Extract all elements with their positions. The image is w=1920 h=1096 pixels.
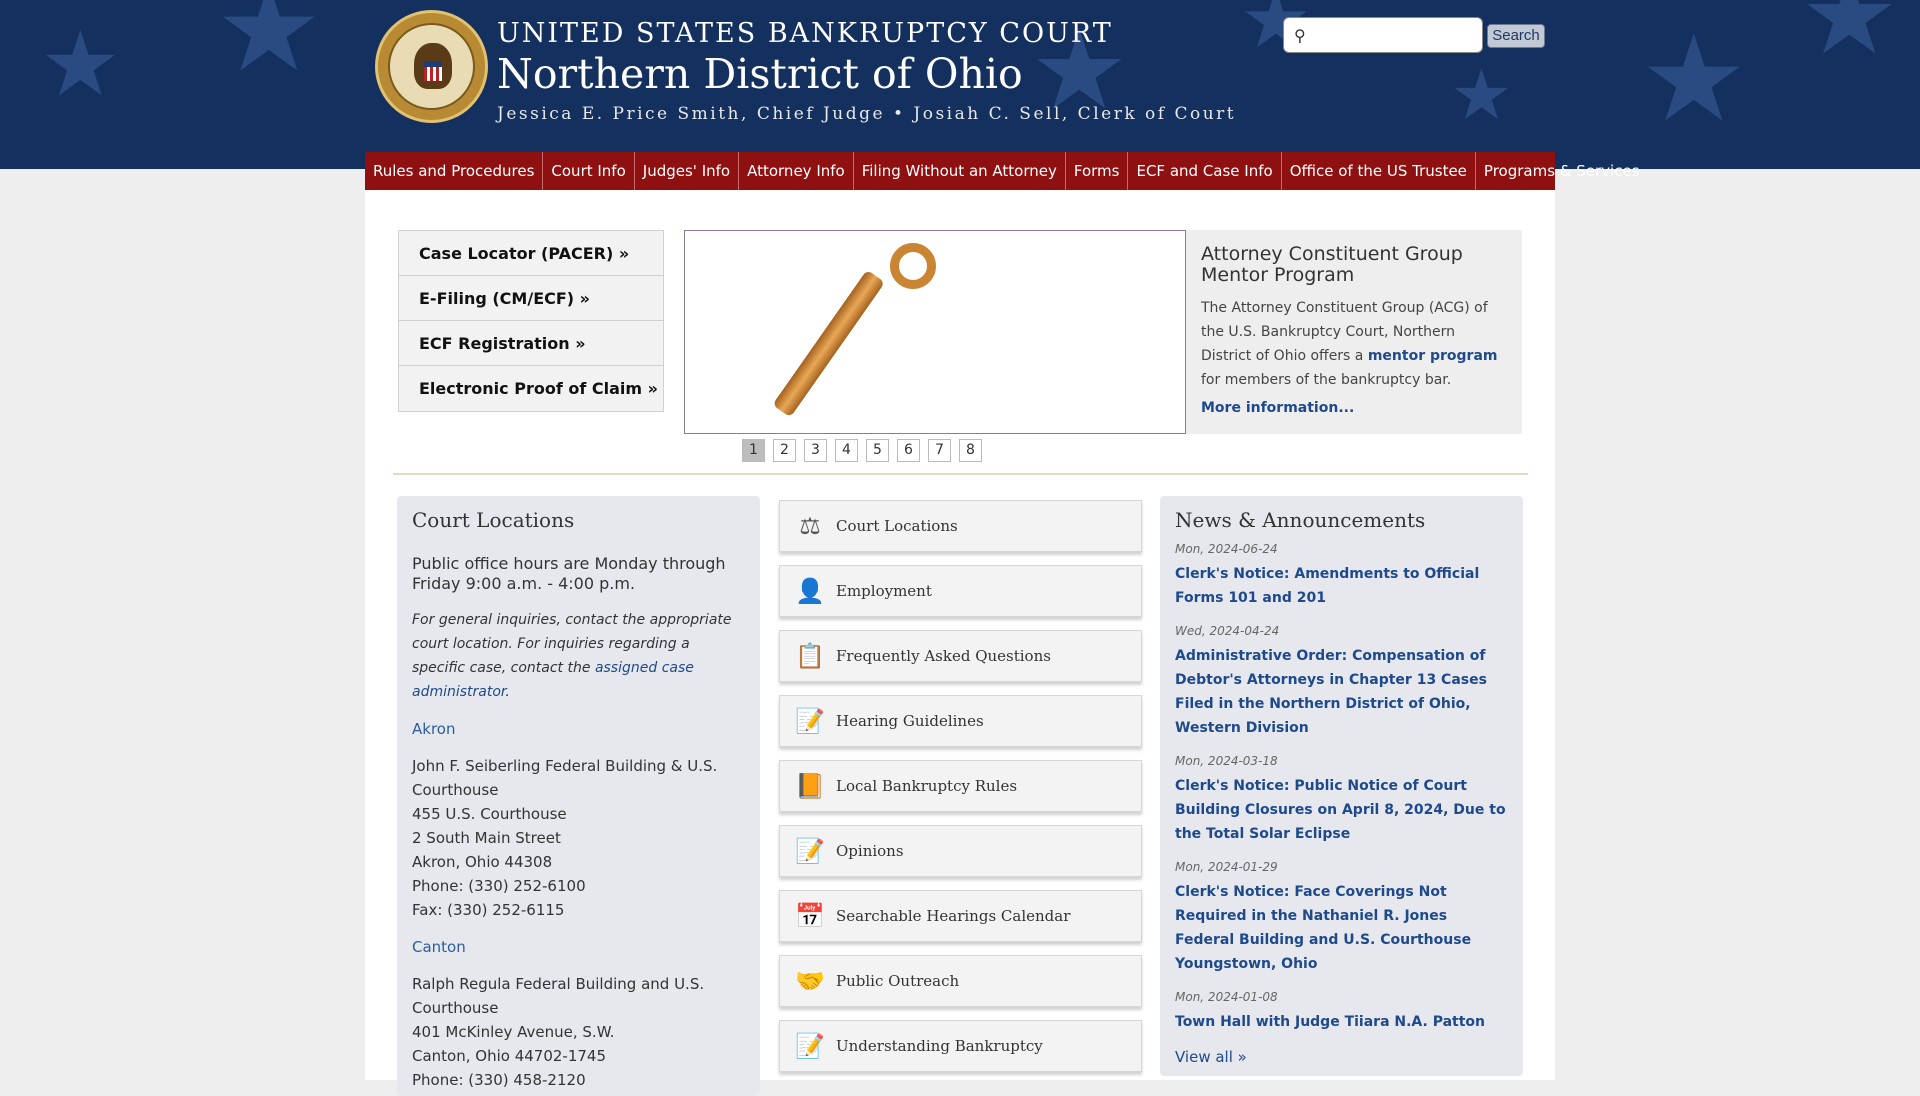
service-opinions[interactable]: 📝 Opinions [779, 825, 1142, 877]
district-title[interactable]: Northern District of Ohio [497, 50, 1023, 98]
nav-filing-without-attorney[interactable]: Filing Without an Attorney [854, 152, 1066, 190]
news-date: Mon, 2024-01-29 [1175, 860, 1278, 874]
nav-court-info[interactable]: Court Info [543, 152, 635, 190]
key-icon [890, 243, 936, 289]
court-locations-panel: Court Locations Public office hours are … [397, 496, 760, 1096]
slide-body: The Attorney Constituent Group (ACG) of … [1201, 300, 1498, 388]
search-icon: ⚲ [1294, 26, 1306, 45]
service-court-locations[interactable]: ⚖ Court Locations [779, 500, 1142, 552]
news-panel: News & Announcements Mon, 2024-06-24 Cle… [1160, 496, 1523, 1076]
more-information-link[interactable]: More information... [1201, 400, 1507, 416]
quick-link-ecf-registration[interactable]: ECF Registration » [399, 321, 663, 366]
services-list: ⚖ Court Locations 👤 Employment 📋 Frequen… [779, 500, 1142, 1085]
news-date: Mon, 2024-03-18 [1175, 754, 1278, 768]
slideshow-caption: Attorney Constituent Group Mentor Progra… [1186, 230, 1522, 434]
quick-links: Case Locator (PACER) » E-Filing (CM/ECF)… [398, 230, 664, 412]
location-address-akron: John F. Seiberling Federal Building & U.… [412, 757, 718, 919]
news-link[interactable]: Clerk's Notice: Face Coverings Not Requi… [1175, 880, 1508, 976]
slideshow-image[interactable] [684, 230, 1186, 434]
calendar-icon: 📅 [795, 902, 825, 930]
nav-attorney-info[interactable]: Attorney Info [739, 152, 854, 190]
search-input[interactable]: ⚲ [1283, 17, 1483, 53]
location-city-canton[interactable]: Canton [412, 938, 745, 956]
star-decoration-icon: ★ [1450, 54, 1513, 136]
service-public-outreach[interactable]: 🤝 Public Outreach [779, 955, 1142, 1007]
star-decoration-icon: ★ [1640, 10, 1748, 149]
news-link[interactable]: Clerk's Notice: Public Notice of Court B… [1175, 774, 1508, 846]
news-link[interactable]: Clerk's Notice: Amendments to Official F… [1175, 562, 1508, 610]
court-seal-icon[interactable] [375, 10, 488, 123]
quick-link-efiling[interactable]: E-Filing (CM/ECF) » [399, 276, 663, 321]
search-button[interactable]: Search [1487, 24, 1545, 48]
news-date: Mon, 2024-01-08 [1175, 990, 1278, 1004]
nav-programs-services[interactable]: Programs & Services [1476, 152, 1648, 190]
pager-page[interactable]: 5 [866, 439, 889, 462]
nav-ecf-and-case-info[interactable]: ECF and Case Info [1128, 152, 1282, 190]
pager-page[interactable]: 2 [773, 439, 796, 462]
star-decoration-icon: ★ [40, 12, 121, 117]
pager-page[interactable]: 7 [928, 439, 951, 462]
service-employment[interactable]: 👤 Employment [779, 565, 1142, 617]
location-city-akron[interactable]: Akron [412, 720, 745, 738]
handshake-icon: 🤝 [795, 967, 825, 995]
quick-link-proof-of-claim[interactable]: Electronic Proof of Claim » [399, 366, 663, 411]
pager-page[interactable]: 3 [804, 439, 827, 462]
pager-page[interactable]: 8 [959, 439, 982, 462]
news-title: News & Announcements [1175, 508, 1426, 532]
pager-page[interactable]: 6 [897, 439, 920, 462]
service-hearings-calendar[interactable]: 📅 Searchable Hearings Calendar [779, 890, 1142, 942]
slideshow-pager: 1 2 3 4 5 6 7 8 [742, 439, 982, 462]
site-header: ★ ★ ★ ★ ★ ★ ★ UNITED STATES BANKRUPTCY C… [0, 0, 1920, 169]
nav-forms[interactable]: Forms [1066, 152, 1129, 190]
news-date: Wed, 2024-04-24 [1175, 624, 1280, 638]
star-decoration-icon: ★ [1800, 0, 1899, 79]
book-icon: 📙 [795, 772, 825, 800]
document-edit-icon: 📝 [795, 707, 825, 735]
document-edit-icon: 📝 [795, 837, 825, 865]
court-name: UNITED STATES BANKRUPTCY COURT [497, 18, 1113, 49]
location-address-canton: Ralph Regula Federal Building and U.S. C… [412, 975, 705, 1089]
inquiries-text: For general inquiries, contact the appro… [412, 612, 732, 700]
court-locations-title: Court Locations [412, 508, 575, 532]
person-icon: 👤 [795, 577, 825, 605]
clipboard-icon: 📋 [795, 642, 825, 670]
view-all-news-link[interactable]: View all » [1175, 1048, 1508, 1066]
service-local-rules[interactable]: 📙 Local Bankruptcy Rules [779, 760, 1142, 812]
quick-link-pacer[interactable]: Case Locator (PACER) » [399, 231, 663, 276]
office-hours: Public office hours are Monday through F… [412, 554, 726, 593]
nav-judges-info[interactable]: Judges' Info [635, 152, 740, 190]
mentor-program-link[interactable]: mentor program [1368, 348, 1498, 364]
main-content: Case Locator (PACER) » E-Filing (CM/ECF)… [365, 190, 1555, 1096]
scales-icon: ⚖ [799, 512, 821, 540]
slide-title: Attorney Constituent Group Mentor Progra… [1201, 243, 1463, 286]
news-date: Mon, 2024-06-24 [1175, 542, 1278, 556]
main-nav: Rules and Procedures Court Info Judges' … [365, 152, 1640, 190]
news-link[interactable]: Administrative Order: Compensation of De… [1175, 644, 1508, 740]
star-decoration-icon: ★ [215, 0, 323, 99]
document-edit-icon: 📝 [795, 1032, 825, 1060]
judges-subtitle: Jessica E. Price Smith, Chief Judge • Jo… [497, 104, 1237, 124]
service-faq[interactable]: 📋 Frequently Asked Questions [779, 630, 1142, 682]
service-understanding-bankruptcy[interactable]: 📝 Understanding Bankruptcy [779, 1020, 1142, 1072]
pager-page[interactable]: 1 [742, 439, 765, 462]
nav-us-trustee[interactable]: Office of the US Trustee [1282, 152, 1476, 190]
nav-rules-and-procedures[interactable]: Rules and Procedures [365, 152, 544, 190]
service-hearing-guidelines[interactable]: 📝 Hearing Guidelines [779, 695, 1142, 747]
news-link[interactable]: Town Hall with Judge Tiiara N.A. Patton [1175, 1010, 1508, 1034]
section-divider [393, 473, 1528, 475]
pager-page[interactable]: 4 [835, 439, 858, 462]
